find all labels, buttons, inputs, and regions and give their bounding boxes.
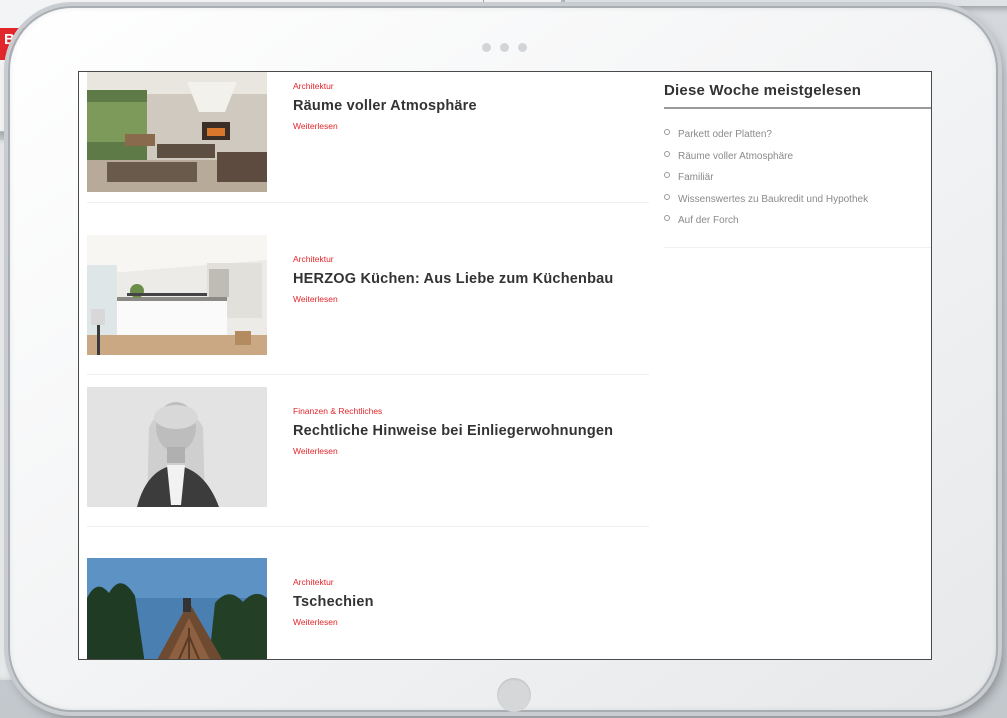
article-title[interactable]: Rechtliche Hinweise bei Einliegerwohnung…: [293, 422, 649, 440]
article-title[interactable]: Tschechien: [293, 593, 649, 611]
most-read-item[interactable]: Wissenswertes zu Baukredit und Hypothek: [664, 189, 931, 211]
article-category[interactable]: Architektur: [293, 254, 649, 265]
camera-dot: [518, 43, 527, 52]
circle-bullet-icon: [664, 129, 670, 135]
most-read-item[interactable]: Parkett oder Platten?: [664, 124, 931, 146]
living-room-image: [87, 72, 267, 192]
article-text: Architektur Räume voller Atmosphäre Weit…: [293, 72, 649, 132]
home-button[interactable]: [497, 678, 531, 712]
article-divider: [87, 374, 649, 375]
kitchen-image: [87, 235, 267, 355]
article-category[interactable]: Architektur: [293, 81, 649, 92]
most-read-list: Parkett oder Platten? Räume voller Atmos…: [664, 109, 931, 232]
article-title[interactable]: HERZOG Küchen: Aus Liebe zum Küchenbau: [293, 270, 649, 288]
article-text: Finanzen & Rechtliches Rechtliche Hinwei…: [293, 387, 649, 457]
wooden-house-image: [87, 558, 267, 659]
circle-bullet-icon: [664, 193, 670, 200]
most-read-item[interactable]: Familiär: [664, 167, 931, 189]
camera-dots: [482, 43, 542, 53]
stage: Ba Architektur Räume voller Atmosphäre W…: [0, 0, 1007, 718]
portrait-image: [87, 387, 267, 507]
most-read-item-label: Auf der Forch: [678, 215, 739, 226]
read-more-link[interactable]: Weiterlesen: [293, 617, 649, 628]
read-more-link[interactable]: Weiterlesen: [293, 121, 649, 132]
most-read-item-label: Räume voller Atmosphäre: [678, 150, 794, 162]
article-category[interactable]: Finanzen & Rechtliches: [293, 406, 649, 417]
most-read-item-label: Wissenswertes zu Baukredit und Hypothek: [678, 193, 869, 205]
article-title[interactable]: Räume voller Atmosphäre: [293, 97, 649, 115]
camera-dot: [482, 43, 491, 52]
most-read-item[interactable]: Räume voller Atmosphäre: [664, 146, 931, 168]
read-more-link[interactable]: Weiterlesen: [293, 294, 649, 305]
most-read-item-label: Parkett oder Platten?: [678, 129, 772, 140]
article-divider: [87, 202, 649, 203]
camera-dot: [500, 43, 509, 52]
sidebar-divider: [664, 246, 931, 248]
article-category[interactable]: Architektur: [293, 577, 649, 588]
most-read-item-label: Familiär: [678, 172, 714, 183]
article-text: Architektur HERZOG Küchen: Aus Liebe zum…: [293, 235, 649, 305]
sidebar-heading: Diese Woche meistgelesen: [664, 72, 931, 109]
circle-bullet-icon: [664, 172, 670, 178]
article-text: Architektur Tschechien Weiterlesen: [293, 558, 649, 628]
article-thumbnail-wooden-house[interactable]: [87, 558, 267, 659]
article-thumbnail-portrait[interactable]: [87, 387, 267, 507]
article-divider: [87, 526, 649, 527]
read-more-link[interactable]: Weiterlesen: [293, 446, 649, 457]
most-read-item[interactable]: Auf der Forch: [664, 210, 931, 232]
circle-bullet-icon: [664, 215, 670, 221]
article-thumbnail-kitchen[interactable]: [87, 235, 267, 355]
article-thumbnail-living-room[interactable]: [87, 72, 267, 192]
sidebar-most-read: Diese Woche meistgelesen Parkett oder Pl…: [664, 72, 931, 248]
tablet-screen: Architektur Räume voller Atmosphäre Weit…: [78, 71, 932, 660]
circle-bullet-icon: [664, 150, 670, 157]
